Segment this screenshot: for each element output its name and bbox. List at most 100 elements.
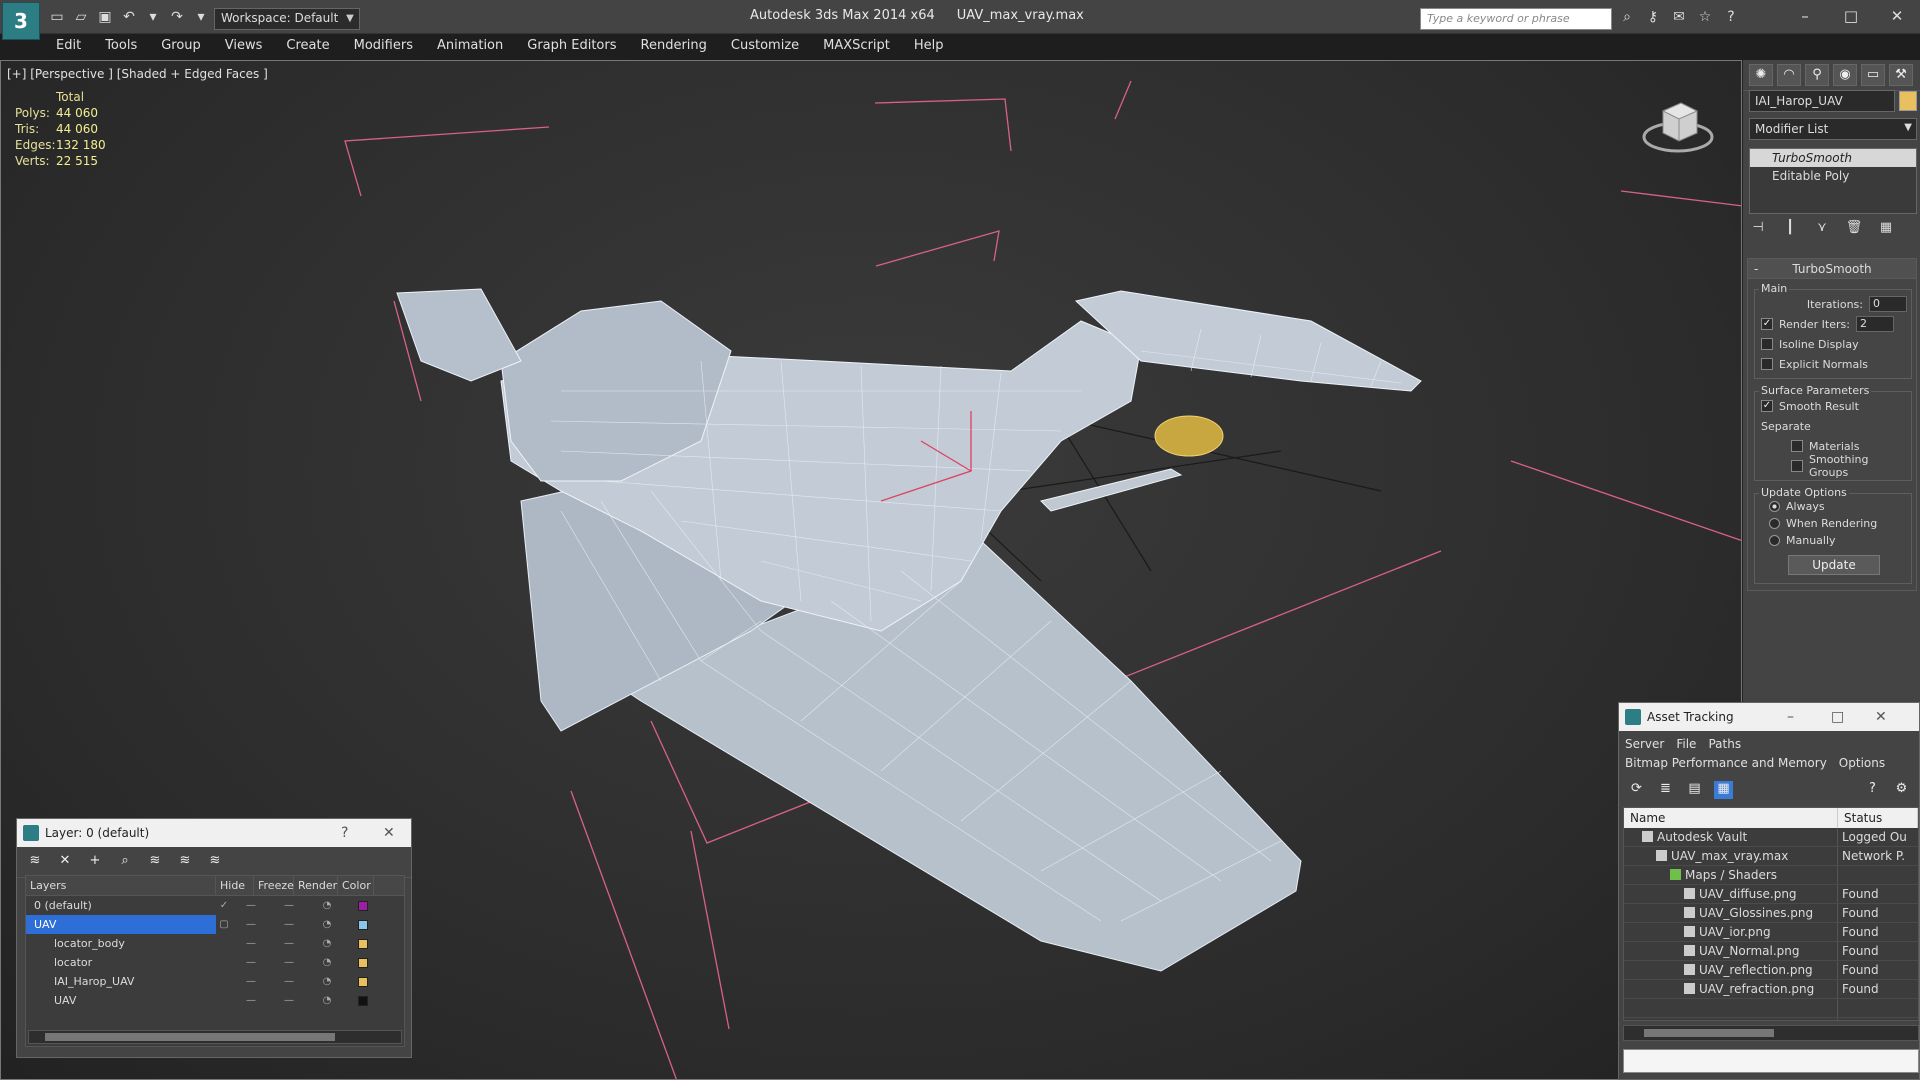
freeze-toggle-icon[interactable]: — [270, 938, 308, 949]
layer-row[interactable]: UAV ▢ — — ◔ [26, 915, 404, 934]
layer-color-swatch[interactable] [358, 995, 368, 1006]
freeze-toggle-icon[interactable]: — [270, 995, 308, 1006]
highlight-selected-icon[interactable]: ≋ [145, 853, 165, 871]
minimize-button[interactable]: – [1782, 0, 1828, 32]
manually-radio[interactable] [1769, 535, 1780, 546]
binoculars-icon[interactable]: ⌕ [1618, 9, 1636, 27]
help-button[interactable]: ? [341, 819, 348, 847]
render-toggle-icon[interactable]: ◔ [308, 900, 346, 911]
modifier-list-dropdown[interactable]: Modifier List ▼ [1749, 118, 1917, 140]
scroll-thumb[interactable] [45, 1033, 335, 1041]
when-rendering-radio[interactable] [1769, 518, 1780, 529]
layer-name[interactable]: locator_body [26, 934, 216, 953]
smoothing-groups-checkbox[interactable] [1791, 460, 1803, 472]
object-color-swatch[interactable] [1899, 91, 1917, 111]
layer-row[interactable]: locator — — ◔ [26, 953, 404, 972]
menu-views[interactable]: Views [213, 34, 275, 58]
layer-row[interactable]: locator_body — — ◔ [26, 934, 404, 953]
asset-menu-server[interactable]: Server [1625, 737, 1664, 751]
workspace-dropdown[interactable]: Workspace: Default [214, 8, 360, 30]
maximize-icon[interactable]: □ [1831, 703, 1844, 731]
freeze-toggle-icon[interactable]: — [270, 976, 308, 987]
save-icon[interactable]: ▣ [96, 8, 114, 26]
menu-help[interactable]: Help [902, 34, 956, 58]
menu-graph-editors[interactable]: Graph Editors [515, 34, 628, 58]
select-highlight-icon[interactable]: ⌕ [115, 853, 135, 871]
asset-row[interactable]: UAV_Normal.png Found [1624, 942, 1918, 961]
col-hide[interactable]: Hide [216, 876, 254, 895]
smooth-result-checkbox[interactable]: ✓ [1761, 400, 1773, 412]
refresh-icon[interactable]: ⟳ [1627, 781, 1646, 799]
redo-dropdown-icon[interactable]: ▾ [192, 8, 210, 26]
layer-state-icon[interactable]: ▢ [216, 919, 232, 930]
col-freeze[interactable]: Freeze [254, 876, 294, 895]
new-layer-icon[interactable]: ≋ [25, 853, 45, 871]
modify-tab-icon[interactable]: ◠ [1777, 64, 1801, 86]
menu-animation[interactable]: Animation [425, 34, 515, 58]
layer-row[interactable]: 0 (default) ✓ — — ◔ [26, 896, 404, 915]
asset-row[interactable]: UAV_refraction.png Found [1624, 980, 1918, 999]
make-unique-icon[interactable]: ⋎ [1813, 220, 1831, 238]
utilities-tab-icon[interactable]: ⚒ [1889, 64, 1913, 86]
render-toggle-icon[interactable]: ◔ [308, 957, 346, 968]
table-view-icon[interactable]: ▤ [1685, 781, 1704, 799]
list-view-icon[interactable]: ≣ [1656, 781, 1675, 799]
layer-name[interactable]: locator [26, 953, 216, 972]
search-input[interactable]: Type a keyword or phrase [1420, 8, 1612, 30]
layer-color-swatch[interactable] [358, 919, 368, 930]
hide-toggle-icon[interactable]: — [232, 938, 270, 949]
render-iters-checkbox[interactable]: ✓ [1761, 318, 1773, 330]
asset-row[interactable]: Autodesk Vault Logged Ou [1624, 828, 1918, 847]
new-file-icon[interactable]: ▭ [48, 8, 66, 26]
hide-toggle-icon[interactable]: — [232, 976, 270, 987]
viewcube[interactable] [1641, 89, 1715, 159]
layer-hscrollbar[interactable] [28, 1030, 402, 1044]
communication-icon[interactable]: ✉ [1670, 9, 1688, 27]
explicit-normals-checkbox[interactable] [1761, 358, 1773, 370]
menu-create[interactable]: Create [274, 34, 341, 58]
open-file-icon[interactable]: ▱ [72, 8, 90, 26]
layer-row[interactable]: IAI_Harop_UAV — — ◔ [26, 972, 404, 991]
asset-row[interactable]: Maps / Shaders [1624, 866, 1918, 885]
delete-layer-icon[interactable]: ✕ [55, 853, 75, 871]
layer-panel-titlebar[interactable]: Layer: 0 (default) ? ✕ [17, 819, 411, 847]
render-toggle-icon[interactable]: ◔ [308, 938, 346, 949]
layer-color-swatch[interactable] [358, 957, 368, 968]
col-status[interactable]: Status [1838, 808, 1918, 828]
undo-icon[interactable]: ↶ [120, 8, 138, 26]
menu-rendering[interactable]: Rendering [629, 34, 719, 58]
hierarchy-tab-icon[interactable]: ⚲ [1805, 64, 1829, 86]
customize-toolbar-icon[interactable]: ▼ [342, 9, 358, 29]
menu-group[interactable]: Group [149, 34, 213, 58]
pin-stack-icon[interactable]: ⊣ [1749, 220, 1767, 238]
current-layer-icon[interactable]: ✓ [216, 900, 232, 911]
asset-row[interactable]: UAV_diffuse.png Found [1624, 885, 1918, 904]
col-color[interactable]: Color [338, 876, 374, 895]
stack-item-editable-poly[interactable]: Editable Poly [1750, 167, 1916, 185]
subscription-icon[interactable]: ⚷ [1644, 9, 1662, 27]
layer-name[interactable]: IAI_Harop_UAV [26, 972, 216, 991]
menu-modifiers[interactable]: Modifiers [342, 34, 425, 58]
render-iters-spinner[interactable]: 2 [1855, 316, 1894, 332]
motion-tab-icon[interactable]: ◉ [1833, 64, 1857, 86]
close-icon[interactable]: ✕ [383, 819, 395, 847]
display-tab-icon[interactable]: ▭ [1861, 64, 1885, 86]
menu-customize[interactable]: Customize [719, 34, 811, 58]
col-name[interactable]: Name [1624, 808, 1838, 828]
freeze-toggle-icon[interactable]: — [270, 919, 308, 930]
layer-color-swatch[interactable] [358, 900, 368, 911]
hide-toggle-icon[interactable]: — [232, 919, 270, 930]
layer-name[interactable]: 0 (default) [26, 896, 216, 915]
col-layers[interactable]: Layers [26, 876, 216, 895]
asset-panel-titlebar[interactable]: Asset Tracking – □ ✕ [1619, 703, 1919, 731]
help-icon[interactable]: ? [1863, 781, 1882, 799]
favorites-star-icon[interactable]: ☆ [1696, 9, 1714, 27]
object-name-field[interactable]: IAI_Harop_UAV [1749, 90, 1895, 112]
menu-edit[interactable]: Edit [44, 34, 93, 58]
freeze-toggle-icon[interactable]: — [270, 957, 308, 968]
layer-name[interactable]: UAV [26, 915, 216, 934]
asset-menu-options[interactable]: Options [1839, 756, 1885, 770]
configure-sets-icon[interactable]: ▦ [1877, 220, 1895, 238]
remove-modifier-icon[interactable]: 🗑 [1845, 220, 1863, 238]
maximize-button[interactable]: □ [1828, 0, 1874, 32]
